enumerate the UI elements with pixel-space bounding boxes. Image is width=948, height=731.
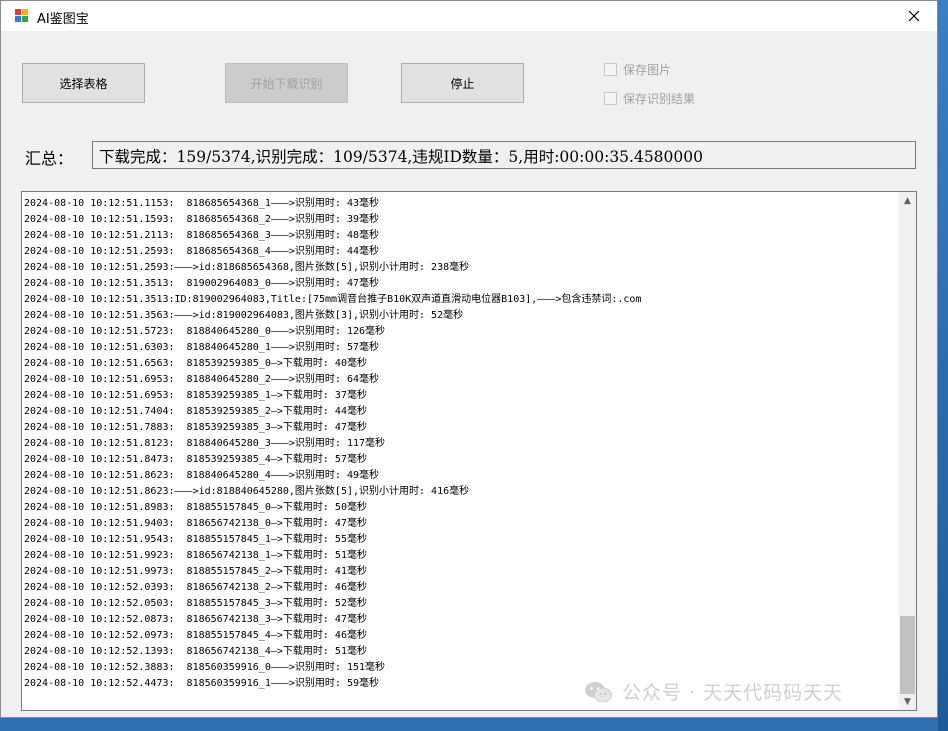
- log-line: 2024-08-10 10:12:51.6563: 818539259385_0…: [24, 358, 367, 369]
- log-line: 2024-08-10 10:12:51.9923: 818656742138_1…: [24, 550, 367, 561]
- log-line: 2024-08-10 10:12:51.8623: 818840645280_4…: [24, 470, 380, 481]
- log-line: 2024-08-10 10:12:51.5723: 818840645280_0…: [24, 326, 386, 337]
- checkbox-box: [604, 92, 617, 105]
- desktop-background: [938, 0, 948, 731]
- app-window: AI鉴图宝 选择表格 开始下载识别 停止 保存图片 保存识别结果 汇总： 下载完…: [0, 0, 938, 718]
- log-line: 2024-08-10 10:12:51.8983: 818855157845_0…: [24, 502, 367, 513]
- log-line: 2024-08-10 10:12:51.1593: 818685654368_2…: [24, 214, 380, 225]
- summary-label: 汇总：: [25, 149, 74, 168]
- vertical-scrollbar[interactable]: ▲ ▼: [899, 192, 916, 710]
- log-line: 2024-08-10 10:12:51.9403: 818656742138_0…: [24, 518, 367, 529]
- log-line: 2024-08-10 10:12:51.9543: 818855157845_1…: [24, 534, 367, 545]
- watermark-text: 公众号 · 天天代码码天天: [622, 682, 844, 704]
- window-title: AI鉴图宝: [37, 12, 89, 27]
- start-download-recognize-button[interactable]: 开始下载识别: [225, 63, 348, 103]
- log-line: 2024-08-10 10:12:51.8623:———>id:81884064…: [24, 486, 470, 497]
- summary-field: 下载完成：159/5374,识别完成：109/5374,违规ID数量：5,用时:…: [92, 141, 916, 169]
- log-line: 2024-08-10 10:12:51.3513: 819002964083_0…: [24, 278, 380, 289]
- save-results-checkbox[interactable]: 保存识别结果: [604, 90, 695, 107]
- log-line: 2024-08-10 10:12:51.2113: 818685654368_3…: [24, 230, 380, 241]
- log-line: 2024-08-10 10:12:52.0393: 818656742138_2…: [24, 582, 367, 593]
- log-textbox[interactable]: 2024-08-10 10:12:51.1153: 818685654368_1…: [21, 191, 917, 711]
- log-line: 2024-08-10 10:12:52.0503: 818855157845_3…: [24, 598, 367, 609]
- log-line: 2024-08-10 10:12:51.7404: 818539259385_2…: [24, 406, 367, 417]
- scroll-down-icon[interactable]: ▼: [899, 693, 916, 710]
- select-table-button[interactable]: 选择表格: [22, 63, 145, 103]
- log-line: 2024-08-10 10:12:51.9973: 818855157845_2…: [24, 566, 367, 577]
- log-line: 2024-08-10 10:12:52.3883: 818560359916_0…: [24, 662, 386, 673]
- log-line: 2024-08-10 10:12:51.3513:ID:819002964083…: [24, 294, 642, 305]
- scroll-thumb[interactable]: [900, 616, 915, 694]
- save-results-label: 保存识别结果: [623, 92, 696, 106]
- close-icon: [908, 10, 920, 22]
- log-line: 2024-08-10 10:12:51.7883: 818539259385_3…: [24, 422, 367, 433]
- save-images-label: 保存图片: [623, 63, 672, 77]
- log-line: 2024-08-10 10:12:51.2593: 818685654368_4…: [24, 246, 380, 257]
- log-line: 2024-08-10 10:12:51.2593:———>id:81868565…: [24, 262, 470, 273]
- log-line: 2024-08-10 10:12:51.8123: 818840645280_3…: [24, 438, 386, 449]
- checkbox-box: [604, 63, 617, 76]
- scroll-up-icon[interactable]: ▲: [899, 192, 916, 209]
- log-line: 2024-08-10 10:12:52.1393: 818656742138_4…: [24, 646, 367, 657]
- log-line: 2024-08-10 10:12:51.1153: 818685654368_1…: [24, 198, 380, 209]
- log-line: 2024-08-10 10:12:51.8473: 818539259385_4…: [24, 454, 367, 465]
- close-button[interactable]: [891, 1, 937, 31]
- log-line: 2024-08-10 10:12:52.0973: 818855157845_4…: [24, 630, 367, 641]
- save-images-checkbox[interactable]: 保存图片: [604, 61, 671, 78]
- log-line: 2024-08-10 10:12:51.3563:———>id:81900296…: [24, 310, 464, 321]
- wechat-icon: [585, 681, 612, 702]
- log-lines: 2024-08-10 10:12:51.1153: 818685654368_1…: [24, 196, 898, 692]
- title-bar[interactable]: AI鉴图宝: [1, 1, 937, 31]
- log-line: 2024-08-10 10:12:51.6953: 818539259385_1…: [24, 390, 367, 401]
- watermark: 公众号 · 天天代码码天天: [584, 678, 843, 705]
- log-line: 2024-08-10 10:12:51.6953: 818840645280_2…: [24, 374, 380, 385]
- app-icon: [15, 9, 28, 22]
- log-line: 2024-08-10 10:12:51.6303: 818840645280_1…: [24, 342, 380, 353]
- stop-button[interactable]: 停止: [401, 63, 524, 103]
- log-line: 2024-08-10 10:12:52.0873: 818656742138_3…: [24, 614, 367, 625]
